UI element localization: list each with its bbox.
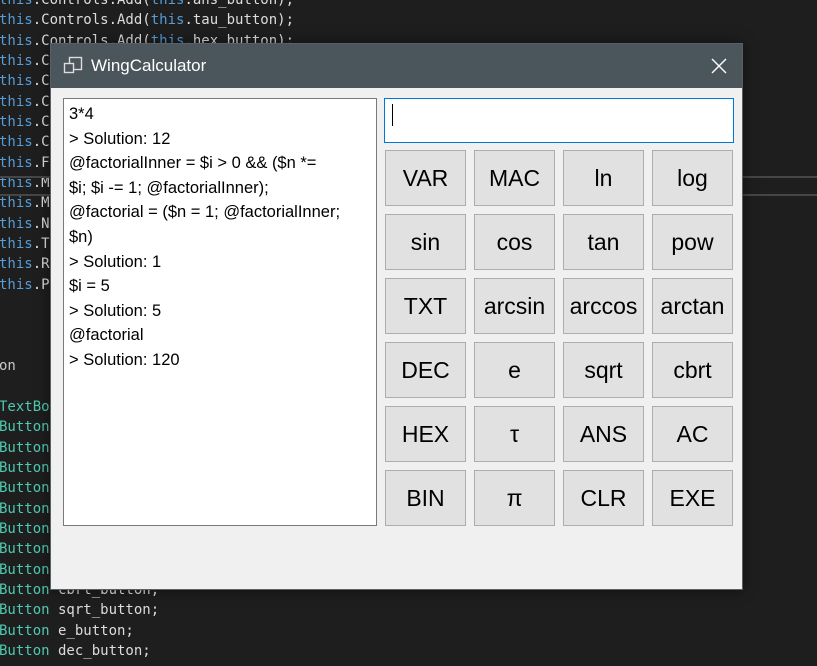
calc-button-tan[interactable]: tan	[563, 214, 644, 270]
window-restore-icon	[63, 56, 83, 74]
calc-button-bin[interactable]: BIN	[385, 470, 466, 526]
output-line: @factorialInner = $i > 0 && ($n *=	[69, 154, 317, 173]
output-line: $i = 5	[69, 277, 110, 296]
code-line: this.Controls.Add(this.ans_button);	[0, 0, 295, 8]
output-line: @factorial = ($n = 1; @factorialInner;	[69, 203, 341, 222]
calc-button-ac[interactable]: AC	[652, 406, 733, 462]
output-line: $n)	[69, 227, 93, 246]
close-button[interactable]	[696, 44, 742, 88]
calc-button-arctan[interactable]: arctan	[652, 278, 733, 334]
code-line: Button sqrt_button;	[0, 602, 160, 619]
calc-button-cos[interactable]: cos	[474, 214, 555, 270]
calc-button-sqrt[interactable]: sqrt	[563, 342, 644, 398]
output-line: $i; $i -= 1; @factorialInner);	[69, 178, 269, 197]
calc-button-ln[interactable]: ln	[563, 150, 644, 206]
code-line: Button e_button;	[0, 622, 134, 639]
output-line: @factorial	[69, 326, 144, 345]
calc-button-arccos[interactable]: arccos	[563, 278, 644, 334]
expression-input[interactable]	[384, 98, 734, 143]
calc-button-log[interactable]: log	[652, 150, 733, 206]
output-line: > Solution: 1	[69, 252, 162, 271]
calc-button-ans[interactable]: ANS	[563, 406, 644, 462]
calc-button-txt[interactable]: TXT	[385, 278, 466, 334]
code-line: Button dec_button;	[0, 643, 151, 659]
calc-button-pow[interactable]: pow	[652, 214, 733, 270]
calc-button-e[interactable]: e	[474, 342, 555, 398]
calc-button-π[interactable]: π	[474, 470, 555, 526]
calc-button-cbrt[interactable]: cbrt	[652, 342, 733, 398]
close-icon	[711, 58, 727, 74]
title-bar[interactable]: WingCalculator	[51, 44, 742, 88]
text-caret	[392, 104, 393, 126]
window-title: WingCalculator	[91, 56, 207, 75]
output-line: > Solution: 5	[69, 301, 162, 320]
output-line: > Solution: 12	[69, 129, 171, 148]
calc-button-dec[interactable]: DEC	[385, 342, 466, 398]
calc-button-hex[interactable]: HEX	[385, 406, 466, 462]
calc-button-clr[interactable]: CLR	[563, 470, 644, 526]
calc-button-sin[interactable]: sin	[385, 214, 466, 270]
output-line: > Solution: 120	[69, 350, 180, 369]
output-history[interactable]: 3*4 > Solution: 12 @factorialInner = $i > …	[63, 98, 377, 526]
calculator-window: WingCalculator 3*4 > Solution: 12 @factori…	[50, 43, 743, 590]
calc-button-mac[interactable]: MAC	[474, 150, 555, 206]
output-line: 3*4	[69, 105, 94, 123]
calc-button-arcsin[interactable]: arcsin	[474, 278, 555, 334]
code-line: this.Controls.Add(this.tau_button);	[0, 12, 295, 29]
calc-button-exe[interactable]: EXE	[652, 470, 733, 526]
calc-button-τ[interactable]: τ	[474, 406, 555, 462]
calc-button-var[interactable]: VAR	[385, 150, 466, 206]
